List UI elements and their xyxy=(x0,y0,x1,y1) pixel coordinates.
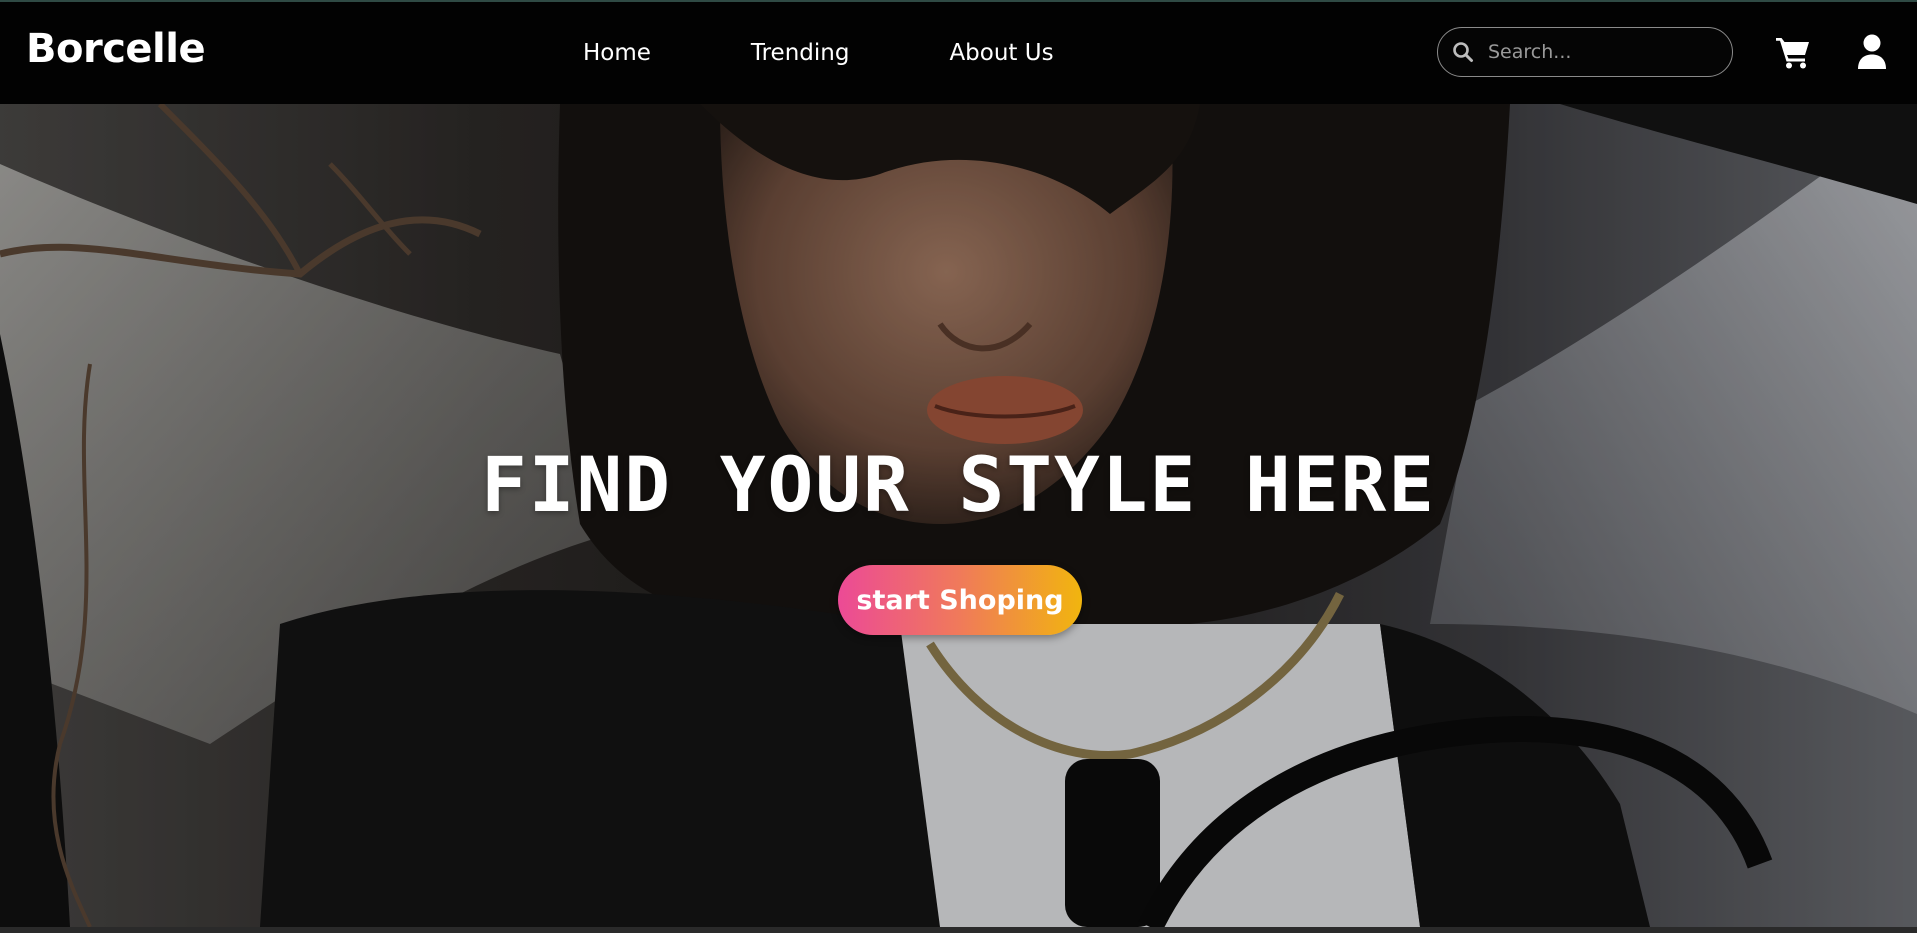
search-icon[interactable] xyxy=(1452,41,1474,63)
brand-logo[interactable]: Borcelle xyxy=(26,29,206,69)
hero-section: FIND YOUR STYLE HERE start Shoping xyxy=(0,104,1917,927)
nav-link-trending[interactable]: Trending xyxy=(751,42,850,65)
page: Borcelle Home Trending About Us Search..… xyxy=(0,0,1917,933)
cart-icon[interactable] xyxy=(1775,35,1811,69)
start-shopping-button[interactable]: start Shoping xyxy=(838,565,1082,635)
nav-link-about-us[interactable]: About Us xyxy=(949,42,1053,65)
search-input[interactable] xyxy=(1486,31,1733,73)
search-box xyxy=(1437,27,1733,77)
nav-link-home[interactable]: Home xyxy=(583,42,651,65)
navbar: Borcelle Home Trending About Us xyxy=(0,0,1917,104)
nav-links: Home Trending About Us xyxy=(583,42,1054,65)
bottom-edge xyxy=(0,927,1917,933)
user-icon[interactable] xyxy=(1857,34,1887,70)
hero-title: FIND YOUR STYLE HERE xyxy=(480,440,1437,529)
